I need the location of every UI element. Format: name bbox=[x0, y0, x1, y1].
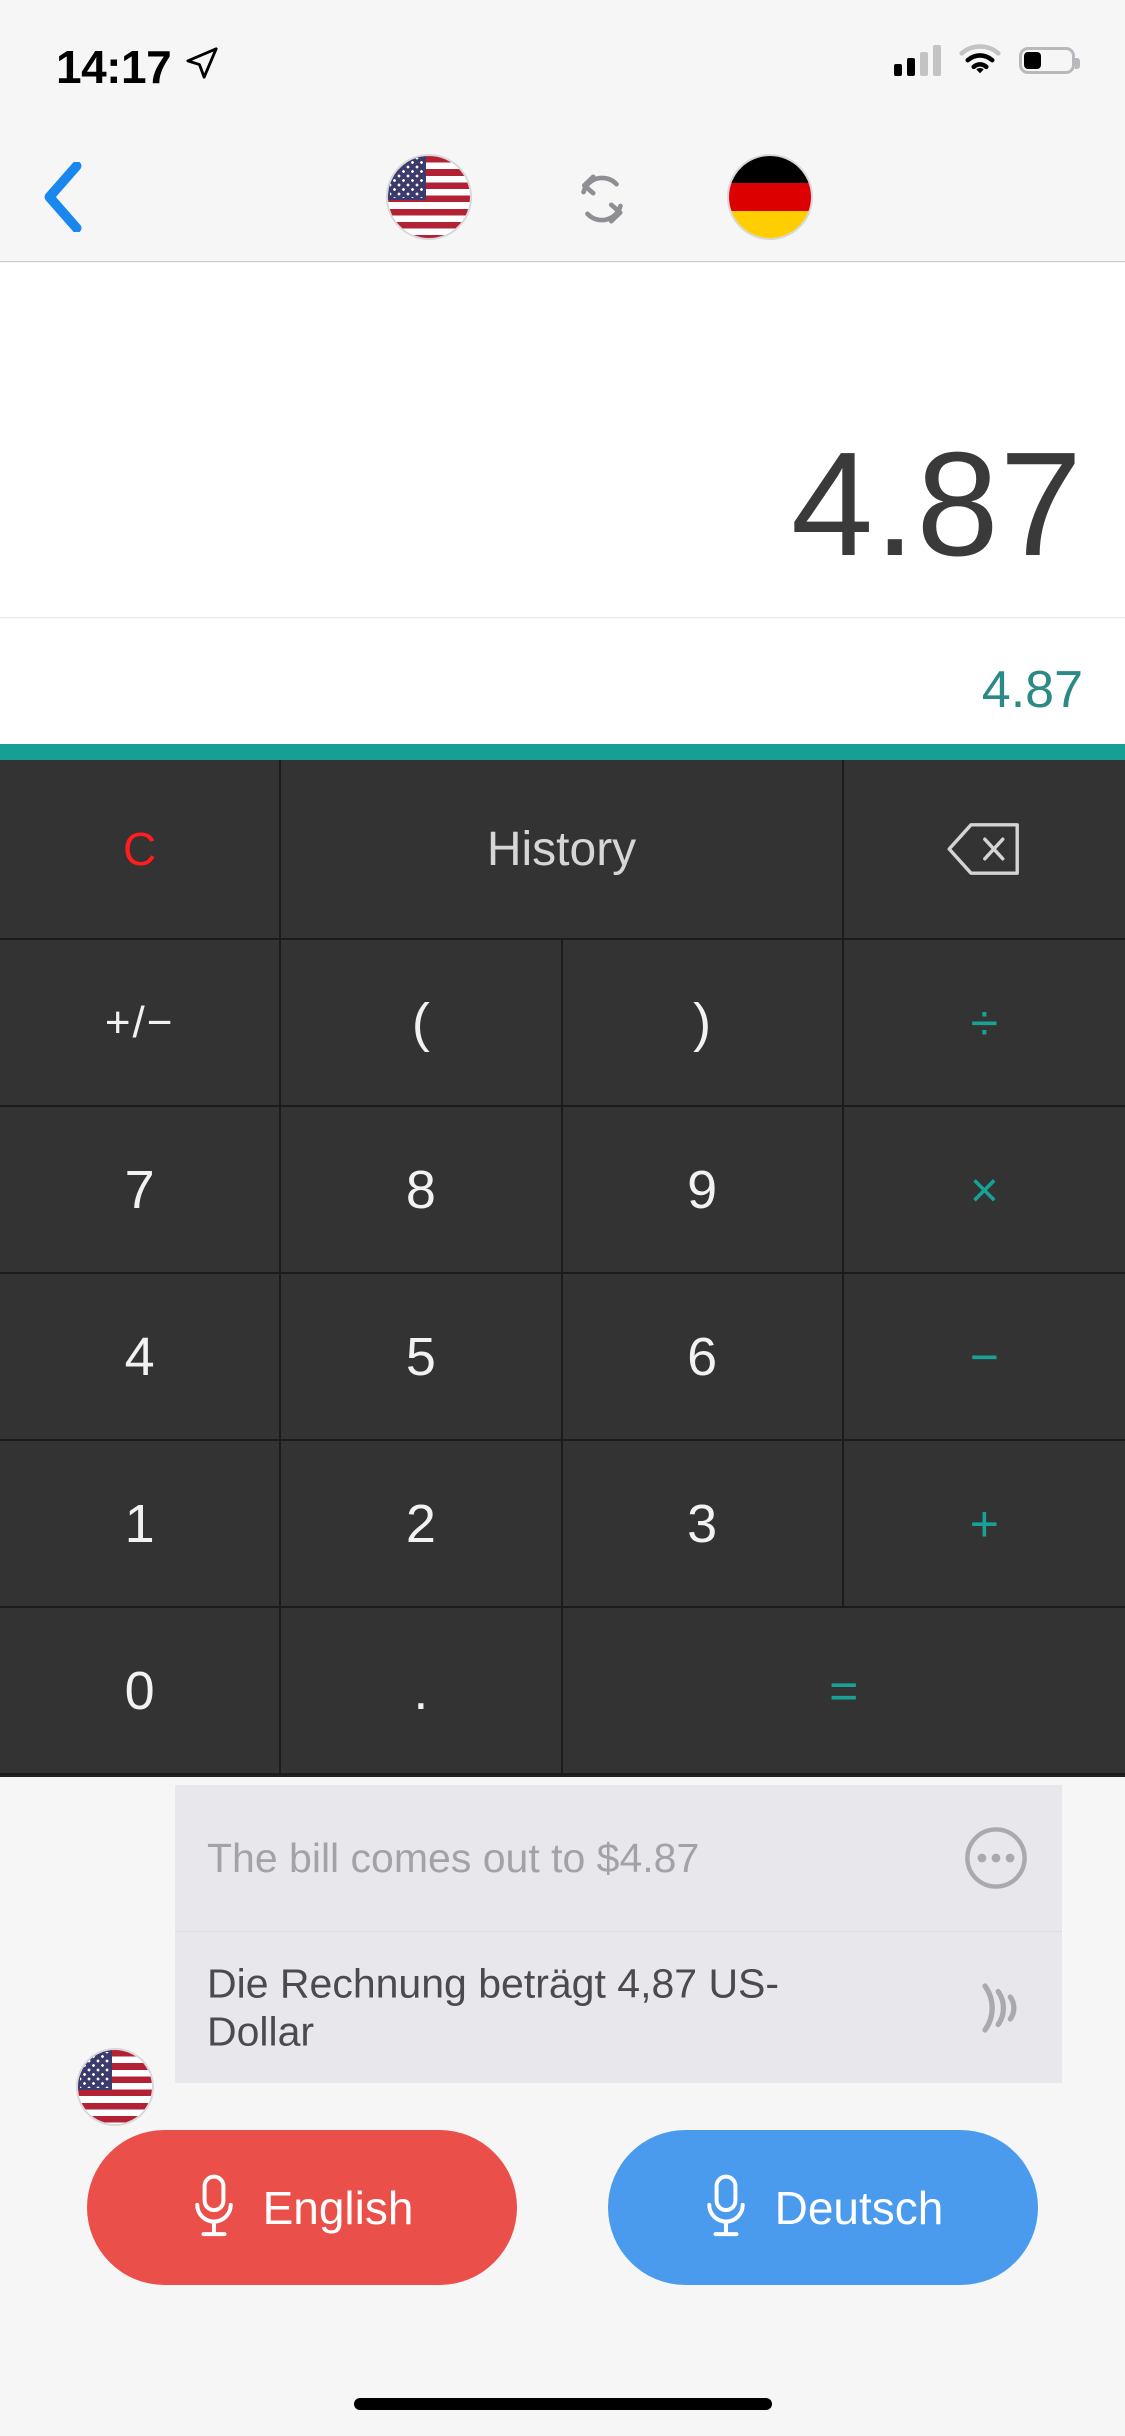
swap-languages-button[interactable] bbox=[570, 167, 634, 231]
key-6[interactable]: 6 bbox=[562, 1274, 844, 1441]
key-7[interactable]: 7 bbox=[0, 1107, 282, 1274]
keypad-row: +/−() ÷ bbox=[0, 940, 1125, 1107]
speaker-volume-icon[interactable] bbox=[960, 1972, 1032, 2044]
key-add[interactable]: + bbox=[843, 1441, 1125, 1608]
source-language-flag-button[interactable] bbox=[386, 154, 472, 240]
display-primary-value: 4.87 bbox=[790, 422, 1083, 587]
microphone-icon bbox=[706, 2174, 745, 2236]
translation-panel: The bill comes out to $4.87 Die Rechnung… bbox=[175, 1785, 1062, 2083]
translation-target-text: Die Rechnung beträgt 4,87 US-Dollar bbox=[207, 1960, 780, 2055]
converted-display: 4.87 bbox=[0, 619, 1125, 744]
swap-languages-icon bbox=[581, 174, 623, 224]
display-converted-value: 4.87 bbox=[981, 661, 1083, 719]
key-paren-open[interactable]: ( bbox=[281, 940, 563, 1107]
calculator-keypad: C History +/−() ÷ 7 8 9 × 4 5 6−1 2 3 +0. = bbox=[0, 760, 1125, 1777]
key-2[interactable]: 2 bbox=[281, 1441, 563, 1608]
location-arrow-icon bbox=[185, 46, 219, 80]
key-0[interactable]: 0 bbox=[0, 1608, 282, 1775]
corner-source-flag[interactable] bbox=[76, 2048, 154, 2126]
key-3[interactable]: 3 bbox=[562, 1441, 844, 1608]
target-language-flag-button[interactable] bbox=[727, 154, 813, 240]
battery-icon bbox=[1019, 46, 1080, 74]
key-clear[interactable]: C bbox=[0, 760, 282, 940]
key-5[interactable]: 5 bbox=[281, 1274, 563, 1441]
mic-button-english[interactable]: English bbox=[87, 2130, 517, 2285]
translation-source-text: The bill comes out to $4.87 bbox=[207, 1834, 700, 1881]
mic-button-deutsch-label: Deutsch bbox=[774, 2181, 944, 2234]
keypad-row: 0. = bbox=[0, 1608, 1125, 1775]
calculator-display: 4.87 bbox=[0, 263, 1125, 618]
flag-de-icon bbox=[729, 156, 811, 184]
wifi-icon bbox=[959, 44, 1001, 74]
status-bar-indicators bbox=[894, 44, 1080, 76]
key-backspace[interactable] bbox=[843, 760, 1125, 940]
keypad-row: 4 5 6− bbox=[0, 1274, 1125, 1441]
mic-button-english-label: English bbox=[262, 2181, 414, 2234]
key-1[interactable]: 1 bbox=[0, 1441, 282, 1608]
keypad-row: C History bbox=[0, 760, 1125, 940]
translation-source-row[interactable]: The bill comes out to $4.87 bbox=[175, 1785, 1062, 1931]
key-equals[interactable]: = bbox=[562, 1608, 1125, 1775]
key-history[interactable]: History bbox=[281, 760, 844, 940]
accent-divider bbox=[0, 744, 1125, 760]
key-multiply[interactable]: × bbox=[843, 1107, 1125, 1274]
key-9[interactable]: 9 bbox=[562, 1107, 844, 1274]
key-4[interactable]: 4 bbox=[0, 1274, 282, 1441]
cellular-signal-icon bbox=[894, 44, 941, 76]
more-options-icon[interactable] bbox=[960, 1822, 1032, 1894]
key-subtract[interactable]: − bbox=[843, 1274, 1125, 1441]
home-indicator bbox=[353, 2398, 772, 2410]
back-button[interactable] bbox=[18, 152, 108, 242]
status-bar-time: 14:17 bbox=[56, 41, 172, 93]
keypad-row: 1 2 3 + bbox=[0, 1441, 1125, 1608]
key-decimal[interactable]: . bbox=[281, 1608, 563, 1775]
backspace-icon bbox=[947, 823, 1020, 875]
key-8[interactable]: 8 bbox=[281, 1107, 563, 1274]
nav-bar bbox=[0, 132, 1125, 262]
microphone-icon bbox=[194, 2174, 233, 2236]
translation-target-row[interactable]: Die Rechnung beträgt 4,87 US-Dollar bbox=[175, 1931, 1062, 2083]
key-paren-close[interactable]: ) bbox=[562, 940, 844, 1107]
mic-button-deutsch[interactable]: Deutsch bbox=[608, 2130, 1038, 2285]
keypad-row: 7 8 9 × bbox=[0, 1107, 1125, 1274]
status-bar: 14:17 bbox=[0, 0, 1125, 132]
chevron-left-icon bbox=[44, 162, 82, 232]
key-divide[interactable]: ÷ bbox=[843, 940, 1125, 1107]
key-plus-minus[interactable]: +/− bbox=[0, 940, 282, 1107]
